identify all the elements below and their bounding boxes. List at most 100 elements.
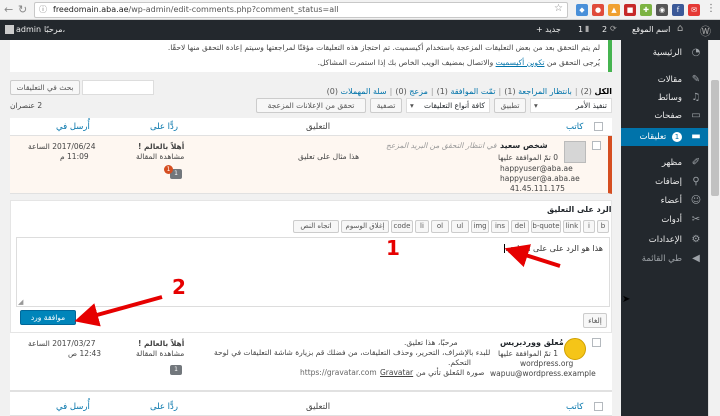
sidebar-item-users[interactable]: ☺ أعضاء (621, 192, 708, 210)
quicktag-code[interactable]: code (391, 220, 413, 233)
updates-count: 2 (602, 25, 608, 34)
comment-date-link[interactable]: 2017/03/27 الساعة (28, 339, 95, 348)
select-all-checkbox[interactable] (594, 122, 603, 131)
bulk-action-select[interactable]: تنفيذ الأمر (530, 98, 612, 113)
star-icon[interactable]: ☆ (554, 3, 563, 14)
new-content-link[interactable]: + جديد (536, 25, 561, 34)
menu-icon[interactable]: ⋮ (706, 3, 716, 14)
extension-icon[interactable]: ◆ (576, 4, 588, 16)
reload-icon[interactable]: ↻ (18, 3, 27, 16)
reply-textarea[interactable]: هذا هو الرد على على التعليق. (16, 237, 610, 307)
search-comments-button[interactable]: بحث في التعليقات (10, 80, 80, 95)
gravatar-link[interactable]: Gravatar (380, 368, 413, 377)
author-ip-link[interactable]: 41.45.111.175 (510, 184, 565, 193)
author-email-link[interactable]: wapuu@wordpress.example (490, 369, 596, 378)
apply-button[interactable]: تطبيق (494, 98, 526, 113)
admin-sidebar: ◔ الرئيسية ✎ مقالات ♫ وسائط ▭ صفحات ▬ تع… (621, 40, 708, 416)
url-bar[interactable]: ⓘ freedomain.aba.ae/wp-admin/edit-commen… (34, 2, 568, 18)
filter-trash[interactable]: سلة المهملات (341, 87, 387, 96)
column-submitted-on[interactable]: أُرسل في (56, 402, 90, 412)
sidebar-item-collapse[interactable]: ◀ طي القائمة (621, 250, 708, 268)
post-comment-count[interactable]: 1 (170, 365, 182, 375)
back-icon[interactable]: ← (4, 3, 13, 16)
comments-icon[interactable]: ▮ (585, 24, 589, 33)
quicktag-li[interactable]: li (415, 220, 429, 233)
sidebar-item-plugins[interactable]: ⚲ إضافات (621, 173, 708, 191)
quicktag-ul[interactable]: ul (451, 220, 469, 233)
browser-toolbar: ← ↻ ⓘ freedomain.aba.ae/wp-admin/edit-co… (0, 0, 720, 20)
response-post-link[interactable]: أهلاً بالعالم ! (138, 142, 184, 151)
filter-pending[interactable]: بانتظار المراجعة (518, 87, 572, 96)
quicktag-bold[interactable]: b (597, 220, 609, 233)
column-author[interactable]: كاتب (566, 122, 583, 132)
quicktag-close-tags[interactable]: إغلاق الوسوم (341, 220, 389, 233)
comment-type-select[interactable]: كافة أنواع التعليقات (406, 98, 490, 113)
quicktag-ol[interactable]: ol (431, 220, 449, 233)
extension-icon[interactable]: ◉ (656, 4, 668, 16)
sidebar-item-media[interactable]: ♫ وسائط (621, 89, 708, 107)
author-site-link[interactable]: wordpress.org (520, 359, 573, 368)
row-checkbox[interactable] (592, 141, 601, 150)
view-post-link[interactable]: مشاهدة المقالة (136, 349, 184, 358)
extension-icon[interactable]: ● (592, 4, 604, 16)
items-count: 2 عنصران (10, 101, 43, 110)
username-link[interactable]: admin (16, 25, 41, 34)
settings-icon: ⚙ (691, 234, 701, 245)
extension-icon[interactable]: ■ (624, 4, 636, 16)
quicktag-img[interactable]: img (471, 220, 489, 233)
search-input[interactable] (82, 80, 154, 95)
resize-handle-icon[interactable]: ◢ (18, 298, 23, 306)
comment-time-link[interactable]: 12:43 ص (68, 349, 101, 358)
site-name-link[interactable]: اسم الموقع (632, 25, 670, 34)
sidebar-item-posts[interactable]: ✎ مقالات (621, 71, 708, 89)
filter-spam[interactable]: مزعج (409, 87, 428, 96)
filter-button[interactable]: تصفية (370, 98, 402, 113)
quicktag-text-direction[interactable]: اتجاه النص (293, 220, 339, 233)
avatar (564, 141, 586, 163)
author-email-link[interactable]: happyuser@aba.ae (500, 164, 573, 173)
comment-date-link[interactable]: 2017/06/24 الساعة (28, 142, 95, 151)
row-checkbox[interactable] (592, 338, 601, 347)
extension-icon[interactable]: ✉ (688, 4, 700, 16)
filter-all[interactable]: الكل (594, 87, 612, 96)
quicktag-del[interactable]: del (511, 220, 529, 233)
extension-icon[interactable]: ✚ (640, 4, 652, 16)
approve-and-reply-button[interactable]: موافقة ورد (20, 310, 76, 325)
filter-approved[interactable]: تمّت الموافقة (450, 87, 495, 96)
check-spam-button[interactable]: تحقق من الإعلانات المزعجة (256, 98, 366, 113)
sidebar-item-label: أدوات (661, 215, 682, 225)
extension-icon[interactable]: f (672, 4, 684, 16)
quicktag-link[interactable]: link (563, 220, 581, 233)
scrollbar-thumb[interactable] (711, 80, 719, 196)
column-submitted-on[interactable]: أُرسل في (56, 122, 90, 132)
table-row: شخص سعيد 0 تمّ الموافقة عليها happyuser@… (10, 136, 612, 194)
view-post-link[interactable]: مشاهدة المقالة (136, 152, 184, 161)
sidebar-item-comments[interactable]: ▬ تعليقات 1 (621, 128, 708, 146)
avatar[interactable] (5, 25, 14, 34)
sidebar-item-dashboard[interactable]: ◔ الرئيسية (621, 44, 708, 62)
author-email-link[interactable]: happyuser@a.aba.ae (500, 174, 580, 183)
sidebar-item-appearance[interactable]: ✐ مظهر (621, 154, 708, 172)
akismet-config-link[interactable]: تكوين أكيسميت (496, 58, 545, 67)
sidebar-item-tools[interactable]: ✂ أدوات (621, 211, 708, 229)
tools-icon: ✂ (691, 214, 701, 225)
column-author[interactable]: كاتب (566, 402, 583, 412)
page-scrollbar[interactable] (708, 40, 720, 416)
quicktag-ins[interactable]: ins (491, 220, 509, 233)
wordpress-logo-icon[interactable]: Ⓦ (700, 23, 711, 39)
quicktag-italic[interactable]: i (583, 220, 595, 233)
pin-icon: ✎ (691, 74, 701, 85)
comment-time-link[interactable]: 11:09 م (60, 152, 89, 161)
info-icon[interactable]: ⓘ (39, 3, 47, 17)
column-in-response-to[interactable]: ردًّا على (150, 122, 178, 132)
response-post-link[interactable]: أهلاً بالعالم ! (138, 339, 184, 348)
extension-icon[interactable]: ▲ (608, 4, 620, 16)
updates-icon[interactable]: ⟳ (610, 24, 617, 33)
select-all-checkbox[interactable] (594, 402, 603, 411)
table-header: كاتب التعليق ردًّا على أُرسل في (10, 118, 612, 136)
quicktag-blockquote[interactable]: b-quote (531, 220, 561, 233)
sidebar-item-pages[interactable]: ▭ صفحات (621, 107, 708, 125)
cancel-reply-button[interactable]: إلغاء (583, 313, 607, 328)
sidebar-item-settings[interactable]: ⚙ الإعدادات (621, 231, 708, 249)
column-in-response-to[interactable]: ردًّا على (150, 402, 178, 412)
